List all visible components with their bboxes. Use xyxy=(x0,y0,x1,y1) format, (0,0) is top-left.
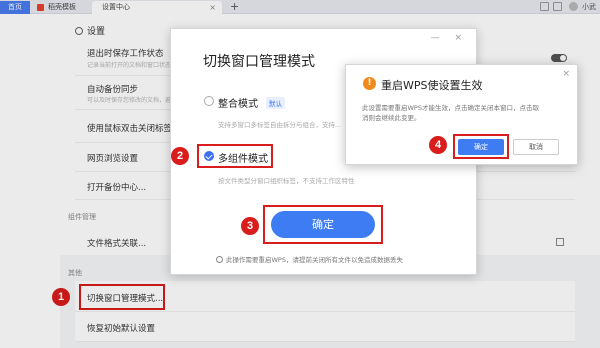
restart-dialog-text: 此设置需要重启WPS才能生效，点击确定关闭本窗口，点击取 xyxy=(362,104,539,112)
multi-component-desc: 按文件类型分窗口组织标签，不支持工作区特性 xyxy=(218,177,355,185)
integrated-mode-desc: 支持多窗口多标签自由拆分与组合，支持... xyxy=(218,121,342,129)
step2-highlight xyxy=(197,144,273,168)
restart-dialog: × ! 重启WPS使设置生效 此设置需要重启WPS才能生效，点击确定关闭本窗口，… xyxy=(345,64,578,165)
step-marker-3: 3 xyxy=(241,217,259,235)
integrated-mode-label[interactable]: 整合模式 xyxy=(218,95,258,110)
confirm-button[interactable]: 确定 xyxy=(271,211,375,238)
restart-confirm-button[interactable]: 确定 xyxy=(458,139,504,155)
step-marker-2: 2 xyxy=(171,147,189,165)
dialog-title: 切换窗口管理模式 xyxy=(203,54,315,70)
restart-cancel-button[interactable]: 取消 xyxy=(513,139,559,155)
restart-notice: 此操作需要重启WPS，请提前关闭所有文件以免造成数据丢失 xyxy=(216,254,403,264)
step-marker-4: 4 xyxy=(429,136,447,154)
restart-dialog-title: 重启WPS使设置生效 xyxy=(381,79,483,92)
restart-dialog-text: 消则会继续此变更。 xyxy=(362,114,421,122)
default-badge: 默认 xyxy=(266,97,285,109)
restart-notice-text: 此操作需要重启WPS，请提前关闭所有文件以免造成数据丢失 xyxy=(226,256,403,264)
warning-icon: ! xyxy=(363,77,376,90)
close-icon[interactable]: × xyxy=(562,69,570,79)
info-icon xyxy=(216,256,223,263)
dialog-window-controls[interactable]: — × xyxy=(431,33,468,43)
integrated-mode-radio[interactable] xyxy=(204,96,214,106)
